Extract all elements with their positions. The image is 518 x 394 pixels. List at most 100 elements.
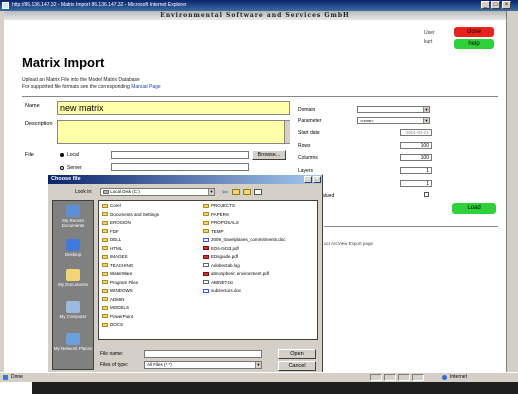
rows-input[interactable]: 100 [400,142,432,149]
file-item[interactable]: WaterWare [102,271,132,277]
open-button[interactable]: Open [278,349,316,359]
app-close-button[interactable]: close [454,27,494,37]
desktop-icon [66,239,80,251]
layers-input[interactable]: 1 [400,167,432,174]
taskbar-strip [32,382,518,394]
file-type-select[interactable]: All Files (*.*) ▼ [144,361,262,369]
place-desktop[interactable]: Desktop [53,239,93,257]
file-item[interactable]: 2009_travelplanes_commitments.doc [203,237,286,243]
description-label: Description [25,121,53,127]
window-close-button[interactable]: × [502,1,511,9]
parameter-select[interactable]: <none> ▼ [357,117,430,124]
browse-button[interactable]: Browse... [252,150,286,160]
dialog-help-button[interactable]: ? [304,176,312,183]
file-item[interactable]: subsectors.doc [203,288,241,294]
arcview-export-link[interactable]: uct ArcView Export page [324,241,373,246]
local-radio-label: Local [67,152,79,158]
page-title: Matrix Import [22,55,105,70]
file-item[interactable]: MODELS [102,305,129,311]
look-in-select[interactable]: Local Disk (C:) ▼ [100,188,215,196]
file-item-label: Documents and Settings [110,211,160,217]
file-item[interactable]: ED4-0433.pdf [203,246,239,252]
columns-input[interactable]: 100 [400,154,432,161]
file-item[interactable]: TEACHING [102,263,133,269]
file-item[interactable]: DELL [102,237,121,243]
file-list[interactable]: Corel Documents and Settings EROSION FDF DEL… [98,200,318,340]
file-item[interactable]: TEMP [203,229,224,235]
file-item-label: PAPERS [211,211,229,217]
file-type-label: Files of type: [100,362,129,368]
file-item[interactable]: DOCS [102,322,123,328]
folder-icon [102,297,108,302]
file-item-label: FDF [110,228,119,234]
folder-icon [102,203,108,208]
txt-file-icon [203,280,209,285]
file-name-label: File name: [100,351,124,357]
file-item-label: ABINET.txt [211,279,233,285]
s-input[interactable]: 1 [400,180,432,187]
manual-page-link[interactable]: Manual Page [131,84,160,90]
domain-select[interactable]: ▼ [357,106,430,113]
file-item-label: EROSION [110,220,131,225]
description-scrollbar[interactable] [284,121,290,143]
look-in-value: Local Disk (C:) [110,189,140,194]
file-item[interactable]: ABINET.txt [203,280,233,286]
place-my-documents[interactable]: My Documents [53,269,93,287]
file-item[interactable]: EDsguide.pdf [203,254,238,260]
place-recent-documents[interactable]: My Recent Documents [53,205,93,228]
local-radio[interactable] [60,153,64,157]
file-item[interactable]: PowerPoint [102,314,133,320]
file-item-label: Corel [110,203,121,208]
ie-icon [2,2,9,9]
file-name-input[interactable] [144,350,262,358]
file-item[interactable]: PROJECTS [203,203,235,209]
file-item[interactable]: Adobectab.log [203,263,240,269]
file-item-label: TEMP [211,228,224,234]
file-item[interactable]: ADMIN [102,297,125,303]
server-radio[interactable] [60,166,64,170]
view-menu-icon[interactable] [254,189,262,195]
name-input[interactable]: new matrix [57,101,290,115]
file-item[interactable]: Documents and Settings [102,212,159,218]
vertical-scrollbar[interactable] [506,11,518,373]
file-item-label: HTML [110,245,123,251]
back-arrow-icon[interactable]: ⇦ [222,188,228,196]
description-textarea[interactable] [57,120,290,144]
file-item[interactable]: WINDOWS [102,288,133,294]
folder-icon [102,280,108,285]
new-folder-icon[interactable] [243,189,251,195]
up-folder-icon[interactable] [232,189,240,195]
app-help-button[interactable]: help [454,39,494,49]
file-item[interactable]: EROSION [102,220,131,226]
file-item[interactable]: FDF [102,229,119,235]
file-item[interactable]: atmospheric environment.pdf [203,271,269,277]
file-item-label: subsectors.doc [211,288,242,293]
file-item[interactable]: HTML [102,246,122,252]
cancel-button[interactable]: Cancel [278,361,316,371]
name-label: Name [25,103,40,109]
server-radio-label: Server [67,165,82,171]
maximize-button[interactable]: □ [491,1,500,9]
status-panel [370,374,382,381]
load-button[interactable]: Load [452,203,496,214]
valued-checkbox[interactable] [424,192,429,197]
file-item-label: PROPOSALS [211,220,239,225]
place-network-places[interactable]: My Network Places [53,333,93,351]
file-item[interactable]: Program Files [102,280,138,286]
file-item[interactable]: IMAGES [102,254,128,260]
minimize-button[interactable]: _ [481,1,490,9]
place-my-computer[interactable]: My Computer [53,301,93,319]
file-item-label: DELL [110,237,122,242]
server-path-input[interactable] [111,163,249,171]
folder-icon [102,263,108,268]
dialog-close-button[interactable]: × [313,176,321,183]
divider [324,226,498,227]
file-item[interactable]: PAPERS [203,212,229,218]
file-item[interactable]: Corel [102,203,121,209]
file-item-label: Adobectab.log [211,262,240,268]
file-item-label: 2009_travelplanes_commitments.doc [211,237,286,242]
file-item[interactable]: PROPOSALS [203,220,239,226]
file-path-input[interactable] [111,151,249,159]
start-date-input[interactable]: 2001-01-01 [400,129,432,136]
company-banner: Environmental Software and Services GmbH [4,11,506,20]
